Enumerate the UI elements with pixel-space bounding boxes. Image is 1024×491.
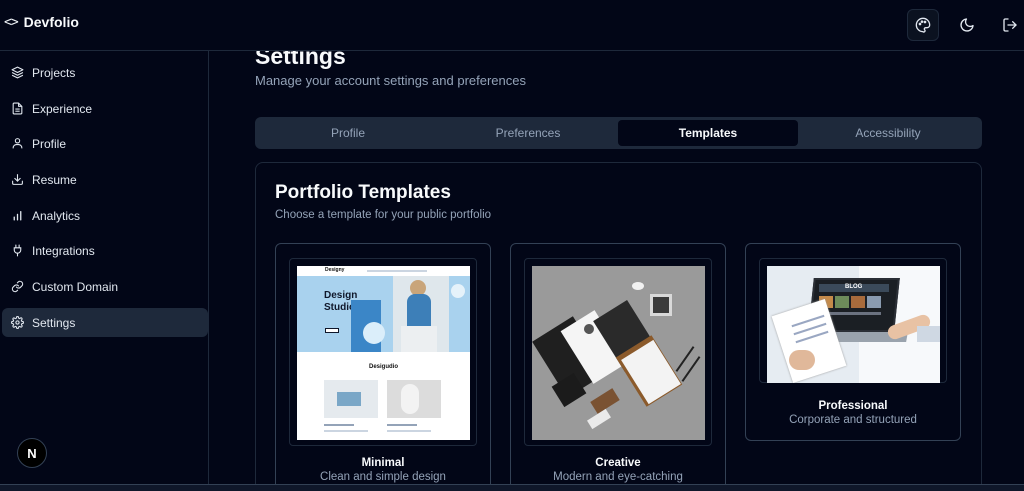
sidebar-item-label: Profile (32, 136, 67, 151)
moon-icon (960, 18, 974, 32)
dark-mode-button[interactable] (951, 9, 983, 41)
template-minimal[interactable]: Designy Design Studio Desigudio Minimal … (275, 243, 491, 491)
link-icon (11, 280, 24, 293)
brand-name: Devfolio (23, 14, 79, 30)
professional-preview-image: BLOG (767, 266, 940, 383)
user-icon (12, 138, 23, 149)
sidebar-item-resume[interactable]: Resume (2, 165, 208, 194)
code-icon: <> (4, 14, 19, 30)
template-preview-frame: Designy Design Studio Desigudio (289, 258, 477, 446)
top-bar: <> Devfolio (0, 0, 1024, 51)
sidebar-item-profile[interactable]: Profile (2, 129, 208, 158)
layers-icon (11, 66, 24, 79)
plug-icon (13, 244, 22, 257)
bottom-edge (0, 484, 1024, 491)
gear-icon (11, 316, 24, 329)
template-creative[interactable]: Creative Modern and eye-catching (510, 243, 726, 491)
logout-icon (1003, 18, 1017, 32)
logout-button[interactable] (994, 9, 1024, 41)
template-description: Modern and eye-catching (553, 471, 683, 483)
sidebar-item-label: Resume (32, 172, 77, 187)
sidebar-item-label: Integrations (32, 243, 95, 258)
sidebar-item-label: Custom Domain (32, 279, 119, 294)
preview-section-title: Desigudio (368, 364, 398, 370)
creative-preview-image (532, 266, 705, 440)
sidebar: Projects Experience Profile Resume Analy… (0, 51, 209, 491)
preview-screen-text: BLOG (845, 284, 863, 290)
portfolio-templates-card: Portfolio Templates Choose a template fo… (255, 162, 982, 491)
template-professional[interactable]: BLOG Professional Corporate and structur… (745, 243, 961, 441)
tab-templates[interactable]: Templates (618, 120, 798, 146)
card-title: Portfolio Templates (275, 182, 451, 203)
avatar[interactable]: N (17, 438, 47, 468)
download-icon (12, 174, 23, 185)
palette-icon (915, 17, 931, 33)
sidebar-item-label: Projects (32, 65, 76, 80)
template-description: Corporate and structured (789, 414, 917, 426)
preview-brand: Designy (325, 267, 345, 273)
template-description: Clean and simple design (320, 471, 446, 483)
sidebar-item-experience[interactable]: Experience (2, 94, 208, 123)
tab-accessibility[interactable]: Accessibility (798, 120, 978, 146)
page-subtitle: Manage your account settings and prefere… (255, 73, 527, 88)
tab-preferences[interactable]: Preferences (438, 120, 618, 146)
template-preview-frame: BLOG (759, 258, 947, 383)
sidebar-item-analytics[interactable]: Analytics (2, 201, 208, 230)
sidebar-item-custom-domain[interactable]: Custom Domain (2, 272, 208, 301)
sidebar-item-integrations[interactable]: Integrations (2, 236, 208, 265)
sidebar-item-label: Settings (32, 315, 76, 330)
sidebar-item-projects[interactable]: Projects (2, 58, 208, 87)
page-title: Settings (255, 51, 346, 69)
sidebar-item-label: Experience (32, 101, 93, 116)
tab-profile[interactable]: Profile (258, 120, 438, 146)
template-name: Creative (595, 457, 641, 469)
theme-palette-button[interactable] (907, 9, 939, 41)
minimal-preview-image: Designy Design Studio Desigudio (297, 266, 470, 440)
template-name: Minimal (361, 457, 405, 469)
template-preview-frame (524, 258, 712, 446)
brand-logo[interactable]: <> Devfolio (4, 14, 79, 30)
sidebar-item-settings[interactable]: Settings (2, 308, 208, 337)
bar-chart-icon (13, 211, 22, 221)
sidebar-item-label: Analytics (32, 208, 81, 223)
file-text-icon (12, 102, 23, 115)
template-name: Professional (818, 400, 888, 412)
card-description: Choose a template for your public portfo… (275, 209, 492, 221)
settings-tabs: Profile Preferences Templates Accessibil… (255, 117, 982, 149)
main-content: Settings Manage your account settings an… (209, 51, 1024, 491)
